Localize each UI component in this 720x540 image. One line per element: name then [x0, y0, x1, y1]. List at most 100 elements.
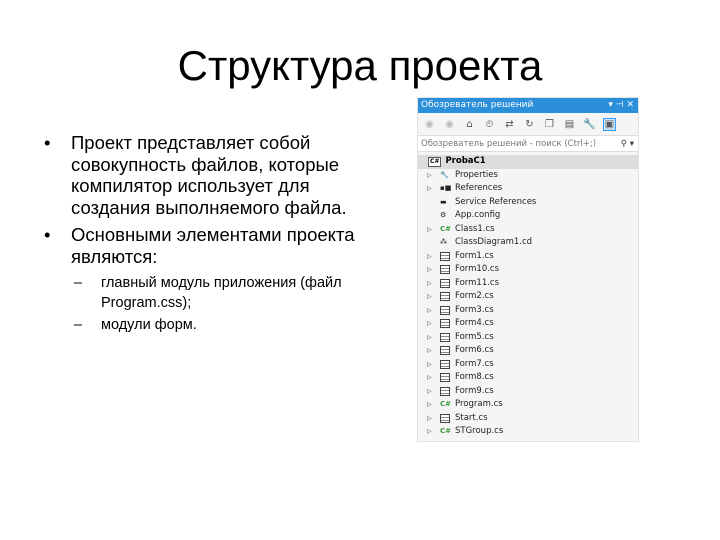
- expand-arrow-icon[interactable]: ▷: [418, 223, 440, 237]
- form-icon: [440, 346, 450, 356]
- expand-arrow-icon[interactable]: ▷: [418, 182, 440, 196]
- expand-arrow-icon[interactable]: ▷: [418, 358, 440, 372]
- expand-arrow-icon[interactable]: ▷: [418, 290, 440, 304]
- expand-arrow-icon[interactable]: ▷: [418, 425, 440, 439]
- expand-arrow-icon[interactable]: ▷: [418, 250, 440, 264]
- tree-item[interactable]: ▷ Form1.cs: [418, 250, 638, 264]
- expand-arrow-icon[interactable]: ▷: [418, 263, 440, 277]
- solution-explorer-screenshot: Обозреватель решений ▾ ⊣ ✕ ◉ ◉ ⌂ ⏲ ⇄ ↻ ❐…: [417, 97, 639, 442]
- tree-item[interactable]: ▷ ▪■ References: [418, 182, 638, 196]
- expand-arrow-icon[interactable]: ▷: [418, 331, 440, 345]
- panel-title: Обозреватель решений: [421, 100, 534, 110]
- expand-arrow-icon[interactable]: ▷: [418, 398, 440, 412]
- project-label: ProbaC1: [445, 156, 486, 166]
- csharp-icon: C#: [440, 224, 452, 233]
- tree-item[interactable]: ▷ Form11.cs: [418, 277, 638, 291]
- window-controls[interactable]: ▾ ⊣ ✕: [608, 98, 634, 113]
- project-node[interactable]: C# ProbaC1: [418, 155, 638, 169]
- tree-item-label: Form8.cs: [455, 372, 494, 382]
- form-icon: [440, 305, 450, 315]
- solution-tree: C# ProbaC1 ▷ 🔧 Properties ▷ ▪■ References ▬ Ser…: [418, 152, 638, 439]
- history-icon[interactable]: ⏲: [483, 119, 496, 130]
- toolbar: ◉ ◉ ⌂ ⏲ ⇄ ↻ ❐ ▤ 🔧 ▣: [418, 113, 638, 135]
- refresh-icon[interactable]: ↻: [523, 119, 536, 130]
- tree-item[interactable]: ▷ Form10.cs: [418, 263, 638, 277]
- tree-item-label: Form3.cs: [455, 304, 494, 315]
- form-icon: [440, 251, 450, 261]
- tree-item[interactable]: ▷ Form2.cs: [418, 290, 638, 304]
- tree-item[interactable]: ▷ Form4.cs: [418, 317, 638, 331]
- tree-item[interactable]: ▷ Form8.cs: [418, 371, 638, 385]
- expand-arrow-icon[interactable]: ▷: [418, 371, 440, 385]
- sub-bullet: модули форм.: [44, 315, 389, 335]
- search-icon[interactable]: ⚲ ▾: [621, 136, 634, 152]
- tree-item[interactable]: ▷ Form6.cs: [418, 344, 638, 358]
- tree-item[interactable]: ▷ C# Class1.cs: [418, 223, 638, 237]
- sync-icon[interactable]: ⇄: [503, 119, 516, 130]
- config-icon: ⚙: [440, 211, 447, 219]
- back-icon[interactable]: ◉: [423, 119, 436, 130]
- expand-arrow-icon[interactable]: ▷: [418, 344, 440, 358]
- csharp-icon: C#: [440, 400, 452, 408]
- tree-item-label: Form9.cs: [455, 385, 494, 396]
- tree-item-label: Class1.cs: [455, 223, 495, 234]
- tree-item[interactable]: ▷ Form3.cs: [418, 304, 638, 318]
- tree-item-label: Form7.cs: [455, 358, 494, 369]
- tree-item[interactable]: ▷ C# STGroup.cs: [418, 425, 638, 439]
- preview-icon[interactable]: ▣: [603, 117, 616, 131]
- tree-item-label: References: [455, 183, 503, 193]
- collapse-icon[interactable]: ❐: [543, 119, 556, 130]
- home-icon[interactable]: ⌂: [463, 119, 476, 130]
- form-icon: [440, 319, 450, 329]
- search-placeholder: Обозреватель решений - поиск (Ctrl+;): [421, 139, 597, 149]
- tree-item-label: Service References: [455, 196, 537, 207]
- tree-item-label: Form10.cs: [455, 264, 500, 274]
- tree-item[interactable]: ▷ Form5.cs: [418, 331, 638, 345]
- tree-item-label: Start.cs: [455, 412, 488, 423]
- tree-item[interactable]: ▬ Service References: [418, 196, 638, 210]
- wrench-icon: 🔧: [440, 170, 449, 179]
- tree-item-label: Program.cs: [455, 399, 503, 409]
- tree-item-label: Form2.cs: [455, 291, 494, 301]
- expand-arrow-icon[interactable]: ▷: [418, 412, 440, 426]
- folder-icon: ▬: [440, 197, 447, 206]
- expand-arrow-icon[interactable]: ▷: [418, 277, 440, 291]
- expand-arrow-icon[interactable]: ▷: [418, 304, 440, 318]
- tree-item-label: Properties: [455, 169, 498, 180]
- tree-item-label: Form5.cs: [455, 331, 494, 342]
- class-diagram-icon: ⁂: [440, 238, 447, 246]
- form-icon: [440, 373, 450, 383]
- bullet-list: Проект представляет собой совокупность ф…: [44, 132, 389, 337]
- csharp-icon: C#: [440, 427, 452, 435]
- tree-item-label: App.config: [455, 210, 501, 220]
- tree-item-label: ClassDiagram1.cd: [455, 237, 533, 247]
- expand-arrow-icon[interactable]: ▷: [418, 169, 440, 183]
- tree-item[interactable]: ▷ Form7.cs: [418, 358, 638, 372]
- form-icon: [440, 278, 450, 288]
- bullet: Проект представляет собой совокупность ф…: [44, 132, 389, 218]
- tree-item[interactable]: ▷ 🔧 Properties: [418, 169, 638, 183]
- form-icon: [440, 359, 450, 369]
- tree-item[interactable]: ▷ Form9.cs: [418, 385, 638, 399]
- form-icon: [440, 265, 450, 275]
- show-all-files-icon[interactable]: ▤: [563, 119, 576, 130]
- properties-icon[interactable]: 🔧: [583, 119, 596, 130]
- sub-bullet: главный модуль приложения (файл Program.…: [44, 273, 389, 313]
- references-icon: ▪■: [440, 184, 452, 192]
- slide-title: Структура проекта: [177, 42, 543, 89]
- tree-item[interactable]: ▷ C# Program.cs: [418, 398, 638, 412]
- form-icon: [440, 386, 450, 396]
- tree-item[interactable]: ⚙ App.config: [418, 209, 638, 223]
- tree-item-label: Form4.cs: [455, 318, 494, 328]
- tree-item[interactable]: ⁂ ClassDiagram1.cd: [418, 236, 638, 250]
- form-icon: [440, 292, 450, 302]
- csharp-project-icon: C#: [428, 156, 442, 167]
- tree-item-label: Form6.cs: [455, 345, 494, 355]
- forward-icon[interactable]: ◉: [443, 119, 456, 130]
- expand-arrow-icon[interactable]: ▷: [418, 385, 440, 399]
- expand-arrow-icon[interactable]: ▷: [418, 317, 440, 331]
- bullet: Основными элементами проекта являются:: [44, 224, 389, 267]
- form-icon: [440, 413, 450, 423]
- tree-item[interactable]: ▷ Start.cs: [418, 412, 638, 426]
- search-input[interactable]: Обозреватель решений - поиск (Ctrl+;) ⚲ …: [418, 135, 638, 152]
